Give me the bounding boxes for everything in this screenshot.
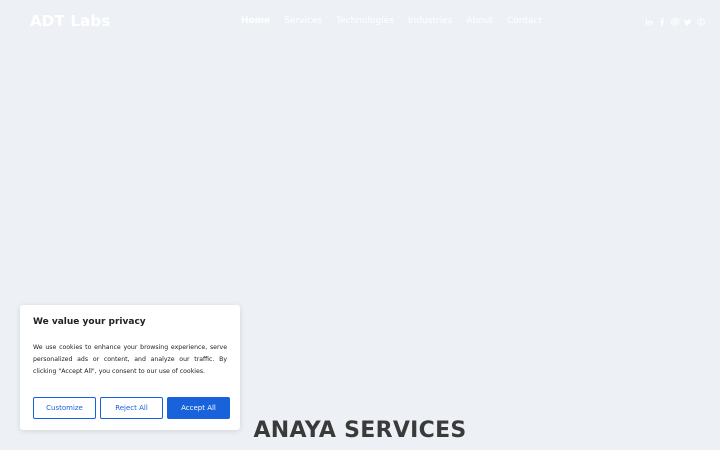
cookie-actions: Customize Reject All Accept All: [33, 397, 230, 419]
section-title: ANAYA SERVICES: [253, 418, 467, 443]
twitter-icon[interactable]: [684, 17, 692, 26]
cookie-consent-banner: We value your privacy We use cookies to …: [20, 305, 240, 430]
instagram-icon[interactable]: [671, 17, 679, 26]
social-links: [645, 17, 705, 26]
cookie-text: We use cookies to enhance your browsing …: [33, 344, 227, 375]
nav-contact[interactable]: Contact: [507, 16, 542, 26]
cookie-title: We value your privacy: [33, 317, 146, 327]
accept-all-button[interactable]: Accept All: [167, 397, 230, 419]
nav-technologies[interactable]: Technologies: [336, 16, 394, 26]
nav-services[interactable]: Services: [284, 16, 322, 26]
skype-icon[interactable]: [697, 17, 705, 26]
site-header: ADT Labs Home Services Technologies Indu…: [0, 0, 720, 44]
reject-all-button[interactable]: Reject All: [100, 397, 163, 419]
nav-about[interactable]: About: [466, 16, 493, 26]
main-nav: Home Services Technologies Industries Ab…: [241, 16, 556, 26]
customize-button[interactable]: Customize: [33, 397, 96, 419]
linkedin-icon[interactable]: [645, 17, 653, 26]
nav-home[interactable]: Home: [241, 16, 270, 26]
site-logo[interactable]: ADT Labs: [30, 12, 110, 30]
nav-industries[interactable]: Industries: [408, 16, 452, 26]
facebook-icon[interactable]: [658, 17, 666, 26]
